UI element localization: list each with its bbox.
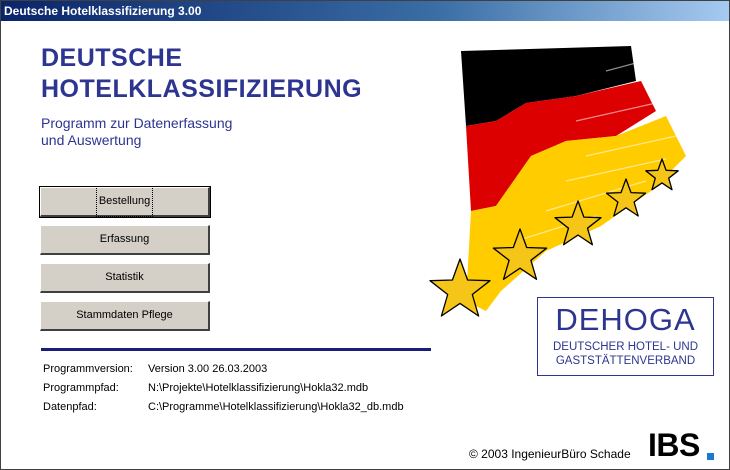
window-title: Deutsche Hotelklassifizierung 3.00 [4,4,202,18]
bestellung-button[interactable]: Bestellung [39,186,211,218]
erfassung-button[interactable]: Erfassung [40,225,210,255]
ibs-logo: IBS [648,427,700,463]
app-subtitle-line2: und Auswertung [41,132,142,148]
title-bar[interactable]: Deutsche Hotelklassifizierung 3.00 [1,1,729,21]
info-divider [41,348,431,351]
program-path-value: N:\Projekte\Hotelklassifizierung\Hokla32… [148,382,369,394]
bestellung-button-label: Bestellung [95,186,154,217]
stammdaten-pflege-button-label: Stammdaten Pflege [76,309,173,321]
program-path-label: Programmpfad: [43,382,119,394]
ibs-logo-dot [707,453,714,460]
dehoga-logo: DEHOGA [555,302,696,337]
app-title-line2: HOTELKLASSIFIZIERUNG [41,75,363,103]
stammdaten-pflege-button[interactable]: Stammdaten Pflege [40,301,210,331]
data-path-value: C:\Programme\Hotelklassifizierung\Hokla3… [148,401,404,413]
statistik-button[interactable]: Statistik [40,263,210,293]
dehoga-line2: GASTSTÄTTENVERBAND [555,355,696,367]
app-title: DEUTSCHE HOTELKLASSIFIZIERUNG [41,43,362,105]
erfassung-button-label: Erfassung [99,233,150,245]
statistik-button-label: Statistik [105,271,144,283]
app-subtitle: Programm zur Datenerfassung und Auswertu… [41,115,232,149]
flag-stars-graphic [429,46,686,317]
version-value: Version 3.00 26.03.2003 [148,363,268,375]
copyright-text: © 2003 IngenieurBüro Schade [469,447,631,461]
data-path-label: Datenpfad: [43,401,97,413]
app-title-line1: DEUTSCHE [41,44,183,72]
dehoga-logo-box: DEHOGA DEUTSCHER HOTEL- UND GASTSTÄTTENV… [537,297,714,376]
app-subtitle-line1: Programm zur Datenerfassung [41,115,233,131]
version-label: Programmversion: [43,363,133,375]
dehoga-line1: DEUTSCHER HOTEL- UND [552,341,699,353]
app-window: Deutsche Hotelklassifizierung 3.00 DEUTS… [0,0,730,470]
